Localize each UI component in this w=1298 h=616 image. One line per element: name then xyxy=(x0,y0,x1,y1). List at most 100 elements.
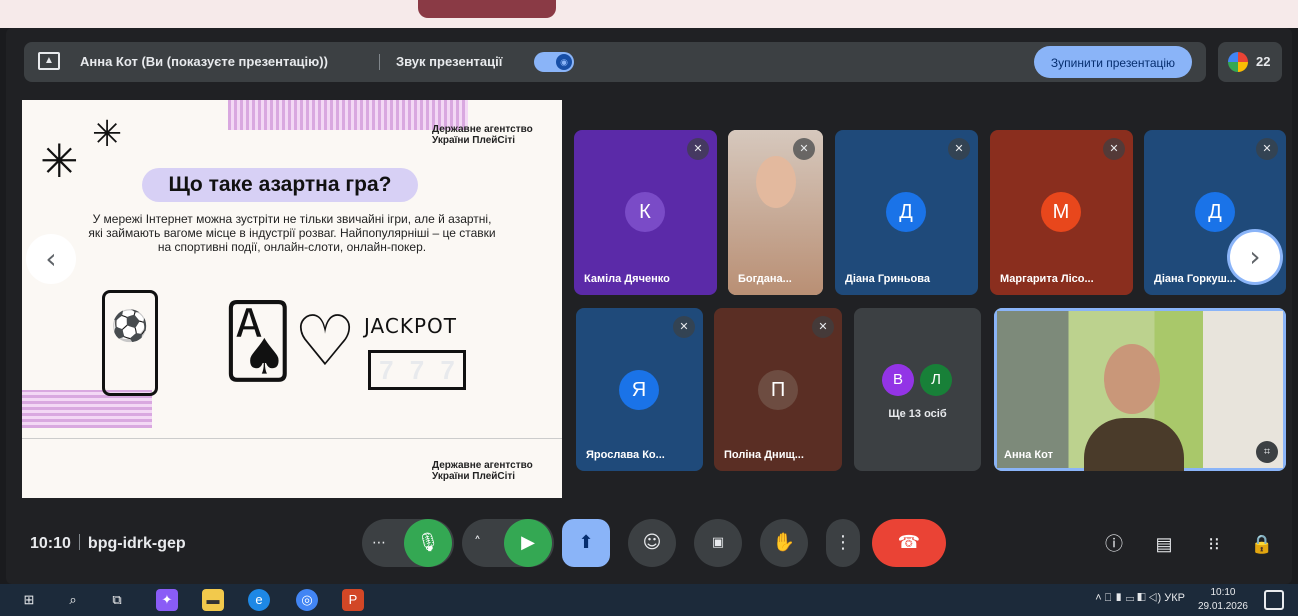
camera-icon[interactable]: ▶ xyxy=(504,519,552,567)
chrome-browser-icon[interactable]: ◎ xyxy=(296,589,318,611)
participant-tile[interactable]: ✕ К Каміла Дяченко xyxy=(574,130,717,295)
emoji-icon[interactable]: ☺ xyxy=(628,519,676,567)
slot-digit: 7 xyxy=(409,354,425,385)
edge-browser-icon[interactable]: e xyxy=(248,589,270,611)
mic-off-icon: ✕ xyxy=(673,316,695,338)
participant-tile[interactable]: ✕ Богдана... xyxy=(728,130,823,295)
taskbar-clock[interactable]: 10:10 29.01.2026 xyxy=(1198,586,1248,614)
participant-name: Поліна Днищ... xyxy=(724,449,804,461)
mic-off-icon: ✕ xyxy=(793,138,815,160)
participant-name: Анна Кот xyxy=(1004,449,1053,461)
participants-button[interactable]: 22 xyxy=(1218,42,1282,82)
info-icon[interactable]: ⓘ xyxy=(1100,530,1128,558)
video-control-group: ˄ ▶ xyxy=(462,519,554,567)
avatar: Д xyxy=(1195,192,1235,232)
self-view-tile[interactable]: Анна Кот ⌗ xyxy=(994,308,1286,471)
search-icon[interactable]: ⌕ xyxy=(62,589,84,611)
meeting-time: 10:10 xyxy=(30,535,71,552)
top-tab-pill xyxy=(418,0,556,18)
presentation-slide: ✳ ✳ Державне агентство України ПлейСіті … xyxy=(22,100,562,498)
microphone-icon[interactable]: 🎙 xyxy=(404,519,452,567)
presentation-sound-toggle[interactable]: ◉ xyxy=(534,52,574,72)
slide-title: Що таке азартна гра? xyxy=(142,168,418,202)
next-page-button[interactable]: › xyxy=(1230,232,1280,282)
taskbar-time: 10:10 xyxy=(1210,587,1236,598)
copilot-icon[interactable]: ✦ xyxy=(156,589,178,611)
audio-control-group: ⋯ 🎙 xyxy=(362,519,454,567)
avatar: Л xyxy=(920,364,952,396)
windows-taskbar: ⊞ ⌕ ⧉ ✦ ▬ e ◎ P ˄ ⎕ ▮ ▭ ◧ ◁) УКР 10:10 2… xyxy=(0,584,1298,616)
slide-divider xyxy=(22,438,562,439)
avatar: В xyxy=(882,364,914,396)
captions-icon[interactable]: ▣ xyxy=(694,519,742,567)
presentation-sound-label: Звук презентації xyxy=(396,54,503,69)
notification-icon[interactable] xyxy=(1264,590,1284,610)
participant-name: Маргарита Лісо... xyxy=(1000,273,1094,285)
chat-icon[interactable]: ▤ xyxy=(1150,530,1178,558)
avatar: М xyxy=(1041,192,1081,232)
phone-casino-icon: ⚽ xyxy=(102,290,158,396)
stop-presenting-button[interactable]: Зупинити презентацію xyxy=(1034,46,1192,78)
participant-face xyxy=(756,156,796,208)
avatar: Я xyxy=(619,370,659,410)
participant-name: Діана Гриньова xyxy=(845,273,930,285)
powerpoint-icon[interactable]: P xyxy=(342,589,364,611)
participant-name: Ярослава Ко... xyxy=(586,449,665,461)
chevron-up-icon[interactable]: ˄ xyxy=(474,519,481,567)
participants-count: 22 xyxy=(1256,54,1271,69)
mic-off-icon: ✕ xyxy=(812,316,834,338)
end-call-button[interactable]: ☎ xyxy=(872,519,946,567)
avatar: К xyxy=(625,192,665,232)
audio-options-icon[interactable]: ⋯ xyxy=(372,519,386,567)
taskbar-date: 29.01.2026 xyxy=(1197,601,1248,612)
participant-tile[interactable]: ✕ Я Ярослава Ко... xyxy=(576,308,703,471)
mic-off-icon: ✕ xyxy=(687,138,709,160)
mic-off-icon: ✕ xyxy=(1103,138,1125,160)
language-indicator[interactable]: УКР xyxy=(1164,592,1185,604)
slot-digit: 7 xyxy=(379,354,394,385)
participant-tile[interactable]: ✕ П Поліна Днищ... xyxy=(714,308,842,471)
more-participants-tile[interactable]: В Л Ще 13 осіб xyxy=(854,308,981,471)
apps-grid-icon[interactable]: ⁝⁝ xyxy=(1200,530,1228,558)
participants-avatar-icon xyxy=(1228,52,1248,72)
slide-agency-bottom: Державне агентство України ПлейСіті xyxy=(432,460,533,482)
tray-chevron-icon[interactable]: ˄ xyxy=(1095,592,1101,604)
participant-body xyxy=(1084,418,1184,471)
meet-window: ▲ Анна Кот (Ви (показуєте презентацію)) … xyxy=(6,28,1292,584)
more-options-icon[interactable]: ⋮ xyxy=(826,519,860,567)
meeting-info: 10:10 bpg-idrk-gep xyxy=(30,534,186,553)
slot-digit: 7 xyxy=(440,354,455,385)
participant-face xyxy=(1104,344,1160,414)
mic-off-icon: ✕ xyxy=(1256,138,1278,160)
presenter-bar-divider xyxy=(379,54,380,70)
participant-tile[interactable]: ✕ Д Діана Гриньова xyxy=(835,130,978,295)
crop-icon[interactable]: ⌗ xyxy=(1256,441,1278,463)
previous-page-button[interactable]: ‹ xyxy=(26,234,76,284)
participant-name: Богдана... xyxy=(738,273,792,285)
tray-icons[interactable]: ⎕ ▮ ▭ ◧ ◁) xyxy=(1105,592,1161,604)
slide-agency-top: Державне агентство України ПлейСіті xyxy=(432,124,533,146)
browser-top-strip xyxy=(0,0,1298,28)
jackpot-label: JACKPOT xyxy=(364,314,457,338)
star-doodle-icon: ✳ xyxy=(92,113,123,154)
task-view-icon[interactable]: ⧉ xyxy=(106,589,128,611)
presenter-bar: ▲ Анна Кот (Ви (показуєте презентацію)) … xyxy=(24,42,1206,82)
participant-name: Діана Горкуш... xyxy=(1154,273,1236,285)
host-controls-lock-icon[interactable]: 🔒 xyxy=(1248,530,1276,558)
windows-start-icon[interactable]: ⊞ xyxy=(18,589,40,611)
participant-tile[interactable]: ✕ М Маргарита Лісо... xyxy=(990,130,1133,295)
participant-name: Каміла Дяченко xyxy=(584,273,670,285)
slide-body: У мережі Інтернет можна зустріти не тіль… xyxy=(88,212,496,254)
raise-hand-icon[interactable]: ✋ xyxy=(760,519,808,567)
playing-cards-icon: 🂡♡ xyxy=(222,302,357,380)
presenter-text: Анна Кот (Ви (показуєте презентацію)) xyxy=(80,54,328,69)
meeting-info-divider xyxy=(78,534,80,550)
present-screen-icon: ▲ xyxy=(38,52,60,70)
file-explorer-icon[interactable]: ▬ xyxy=(202,589,224,611)
slot-machine-icon: 7 7 7 xyxy=(368,350,466,390)
avatar: Д xyxy=(886,192,926,232)
mic-off-icon: ✕ xyxy=(948,138,970,160)
meeting-code: bpg-idrk-gep xyxy=(87,535,186,552)
present-now-button[interactable]: ⬆ xyxy=(562,519,610,567)
more-participants-label: Ще 13 осіб xyxy=(888,408,947,420)
